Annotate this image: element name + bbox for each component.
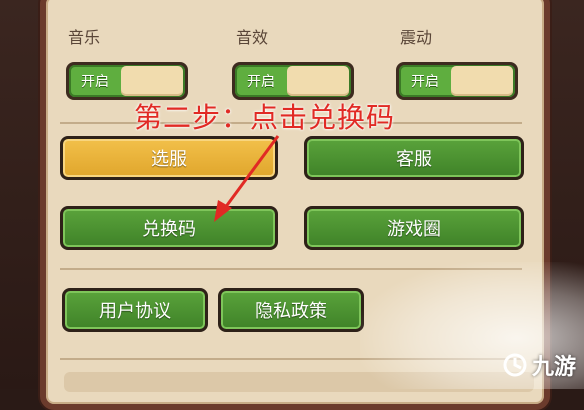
vibration-toggle-track: 开启 — [399, 65, 515, 97]
watermark-text: 九游 — [531, 355, 576, 380]
watermark-logo-icon — [503, 353, 527, 377]
sound-label: 音效 — [236, 28, 269, 47]
music-toggle-knob — [121, 66, 183, 96]
privacy-policy-button[interactable]: 隐私政策 — [218, 288, 364, 332]
vibration-toggle[interactable]: 开启 — [396, 62, 518, 100]
watermark: 九游 — [502, 349, 576, 381]
music-toggle-text: 开启 — [81, 74, 109, 90]
vibration-toggle-knob — [451, 66, 513, 96]
tutorial-annotation: 第二步：点击兑换码 — [134, 101, 396, 134]
sound-toggle[interactable]: 开启 — [232, 62, 354, 100]
sound-toggle-text: 开启 — [247, 74, 275, 90]
music-toggle[interactable]: 开启 — [66, 62, 188, 100]
sound-toggle-track: 开启 — [235, 65, 351, 97]
vibration-label: 震动 — [400, 28, 433, 47]
select-server-button[interactable]: 选服 — [60, 136, 278, 180]
redeem-code-button[interactable]: 兑换码 — [60, 206, 278, 250]
sound-toggle-knob — [287, 66, 349, 96]
customer-service-button[interactable]: 客服 — [304, 136, 524, 180]
game-circle-button[interactable]: 游戏圈 — [304, 206, 524, 250]
music-label: 音乐 — [68, 28, 101, 47]
vibration-toggle-text: 开启 — [411, 74, 439, 90]
user-agreement-button[interactable]: 用户协议 — [62, 288, 208, 332]
music-toggle-track: 开启 — [69, 65, 185, 97]
